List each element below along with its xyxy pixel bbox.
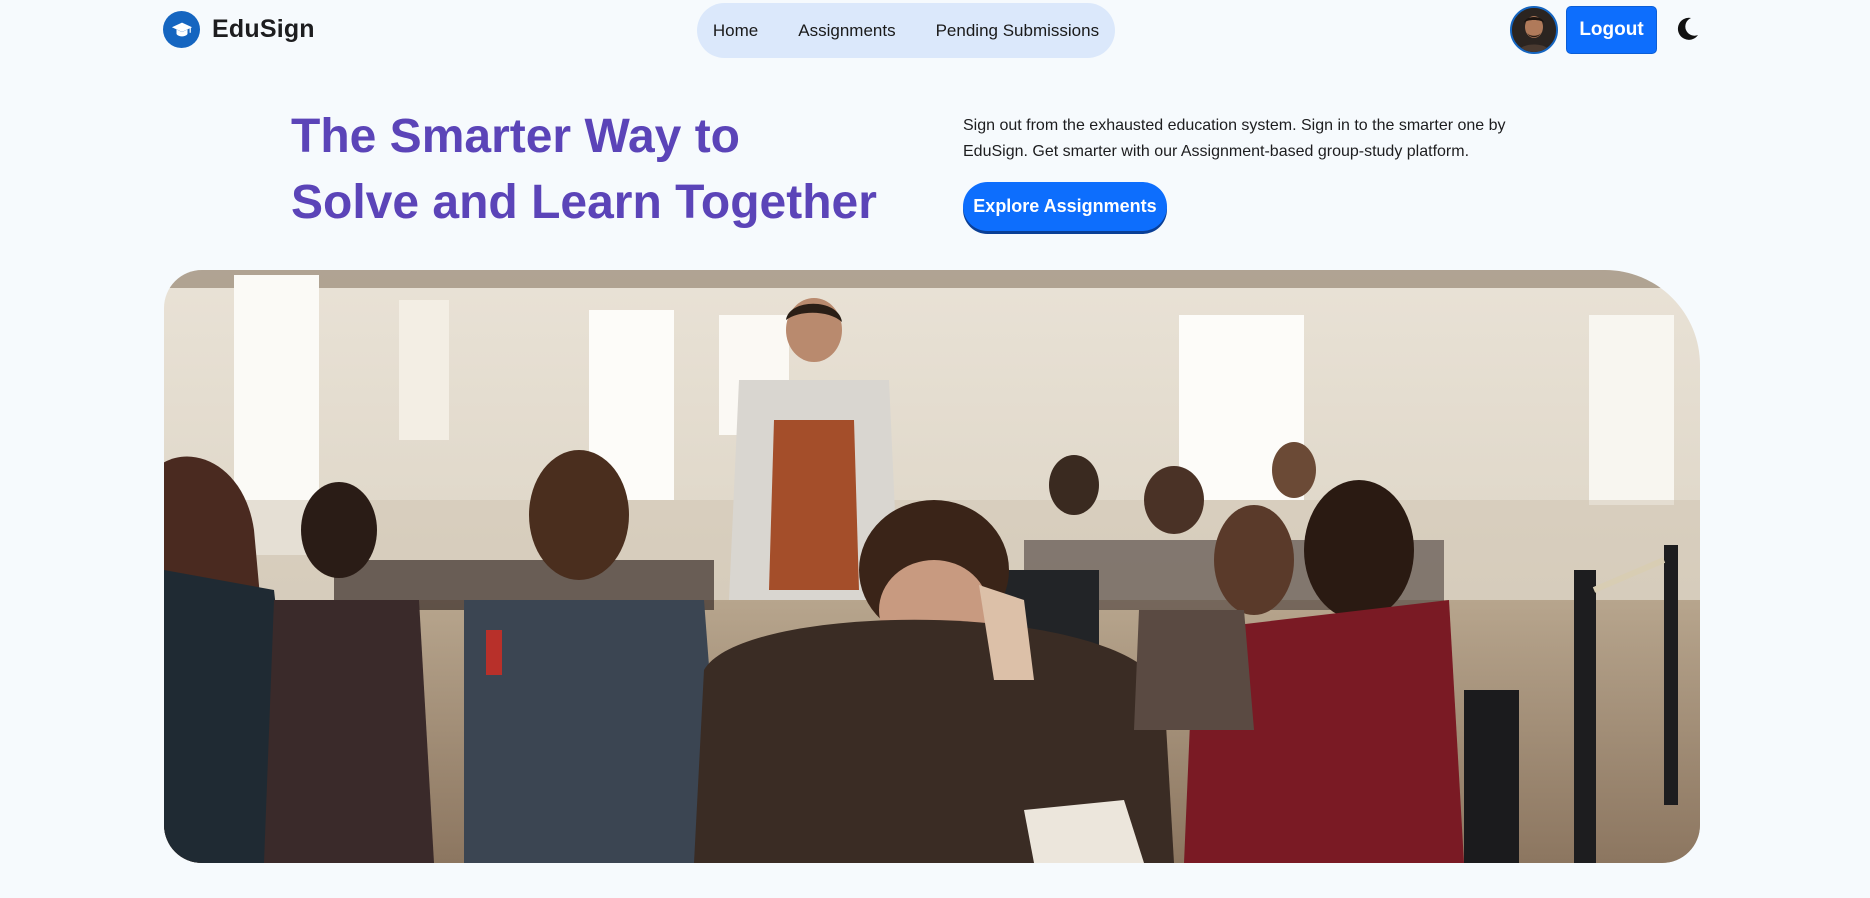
hero-title-line-1: The Smarter Way to <box>291 110 740 163</box>
moon-icon[interactable] <box>1672 14 1702 44</box>
navbar: EduSign Home Assignments Pending Submiss… <box>0 0 1870 60</box>
brand[interactable]: EduSign <box>163 11 315 48</box>
explore-assignments-button[interactable]: Explore Assignments <box>963 182 1167 231</box>
hero-title: The Smarter Way to Solve and Learn Toget… <box>291 104 911 236</box>
nav-pending-submissions[interactable]: Pending Submissions <box>936 21 1099 41</box>
hero-title-line-2: Solve and Learn Together <box>291 176 877 229</box>
user-avatar[interactable] <box>1510 6 1558 54</box>
main-nav: Home Assignments Pending Submissions <box>697 3 1115 58</box>
brand-name: EduSign <box>212 15 315 43</box>
graduation-cap-icon <box>163 11 200 48</box>
hero-description: Sign out from the exhausted education sy… <box>963 117 1506 160</box>
nav-assignments[interactable]: Assignments <box>798 21 895 41</box>
nav-home[interactable]: Home <box>713 21 758 41</box>
logout-button[interactable]: Logout <box>1566 6 1657 54</box>
hero-image <box>164 270 1700 863</box>
